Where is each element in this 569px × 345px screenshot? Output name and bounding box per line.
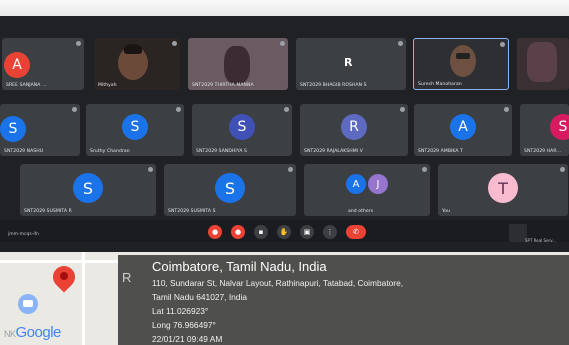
participant-avatar: S bbox=[122, 114, 148, 140]
glasses-shape bbox=[456, 53, 470, 59]
participant-tile[interactable]: S Sruthy Chandran bbox=[86, 104, 184, 156]
mic-muted-icon bbox=[72, 107, 77, 112]
participant-avatar: S bbox=[229, 114, 255, 140]
participant-avatar: A bbox=[450, 114, 476, 140]
mic-muted-icon bbox=[560, 167, 565, 172]
participant-tile-self[interactable]: T You bbox=[438, 164, 568, 216]
mic-muted-icon bbox=[422, 167, 427, 172]
mic-muted-icon bbox=[176, 107, 181, 112]
participant-avatar: R bbox=[344, 56, 353, 69]
chat-bubble-glyph bbox=[23, 300, 33, 307]
mic-muted-icon bbox=[398, 41, 403, 46]
mic-off-button[interactable]: ● bbox=[208, 225, 222, 239]
participant-tile[interactable]: R SNT2029 BHAGIB ROSHAN S bbox=[296, 38, 406, 90]
participant-name: and others bbox=[348, 209, 374, 214]
participant-tile-others[interactable]: A J and others bbox=[304, 164, 430, 216]
hair-shape bbox=[124, 44, 142, 54]
google-logo: NKGoogle bbox=[4, 324, 61, 341]
participant-tile[interactable] bbox=[517, 38, 569, 90]
participant-name: SNT2029 HAR... bbox=[524, 149, 561, 154]
latitude-label: Lat 11.026923° bbox=[152, 306, 209, 316]
location-title: Coimbatore, Tamil Nadu, India bbox=[152, 259, 327, 274]
participant-tile[interactable]: A SNT2029 AMBIKA T bbox=[414, 104, 512, 156]
mic-muted-icon bbox=[288, 167, 293, 172]
participant-name: SNT2029 BHAGIB ROSHAN S bbox=[300, 83, 367, 88]
participant-avatar: S bbox=[550, 114, 569, 140]
participant-name: SNT2029 SUSMITA R bbox=[24, 209, 72, 214]
participant-name: You bbox=[442, 209, 451, 214]
participant-name: SNT2029 NASHU bbox=[4, 149, 44, 154]
participant-tile[interactable]: R SNT2029 RAJALAKSHMI V bbox=[300, 104, 408, 156]
participant-name: Suresh Manoharan bbox=[418, 82, 462, 87]
participant-tile[interactable]: S SNT2029 SUSMITA R bbox=[20, 164, 156, 216]
mic-muted-icon bbox=[284, 107, 289, 112]
end-call-button[interactable]: ✆ bbox=[346, 225, 366, 239]
participant-tile-active[interactable]: Suresh Manoharan bbox=[413, 38, 509, 90]
present-button[interactable]: ▣ bbox=[300, 225, 314, 239]
participant-name: SNT2029 SANDHIYA S bbox=[196, 149, 247, 154]
camera-off-button[interactable]: ● bbox=[231, 225, 245, 239]
participant-avatar: R bbox=[341, 114, 367, 140]
map-pin-center bbox=[60, 272, 68, 280]
meeting-code: jmm-mcqs-ifn bbox=[8, 232, 40, 237]
participant-video bbox=[224, 46, 250, 84]
more-options-button[interactable]: ⋮ bbox=[323, 225, 337, 239]
mic-muted-icon bbox=[280, 41, 285, 46]
longitude-label: Long 76.966497° bbox=[152, 320, 216, 330]
participant-name: Mithyah bbox=[98, 83, 117, 88]
participant-video bbox=[527, 42, 557, 82]
participant-avatar: A bbox=[4, 52, 30, 78]
address-line-2: Tamil Nadu 641027, India bbox=[152, 292, 247, 302]
participant-tile[interactable]: S SNT2029 SANDHIYA S bbox=[192, 104, 292, 156]
participant-avatar: S bbox=[215, 173, 245, 203]
raise-hand-button[interactable]: ✋ bbox=[277, 225, 291, 239]
captions-button[interactable]: ▪ bbox=[254, 225, 268, 239]
photo-frame: A SREE SANJANA ... Mithyah SNT2029 THIRT… bbox=[0, 0, 569, 345]
participant-name: SNT2029 RAJALAKSHMI V bbox=[304, 149, 363, 154]
participant-name: SNT2029 AMBIKA T bbox=[418, 149, 463, 154]
mic-muted-icon bbox=[500, 42, 505, 47]
participant-avatar: T bbox=[488, 173, 518, 203]
address-line-1: 110, Sundarar St, Nalvar Layout, Rathina… bbox=[152, 278, 404, 288]
participant-avatar: A bbox=[346, 174, 366, 194]
participant-tile[interactable]: Mithyah bbox=[94, 38, 180, 90]
participant-name: SNT2029 THIRTHA MANNA bbox=[192, 83, 254, 88]
participant-tile[interactable]: S SNT2029 SUSMITA S bbox=[164, 164, 296, 216]
panel-label: SPT Real Serv... bbox=[525, 238, 557, 243]
participant-tile[interactable]: A SREE SANJANA ... bbox=[2, 38, 84, 90]
mic-muted-icon bbox=[172, 41, 177, 46]
participant-avatar-secondary: J bbox=[368, 174, 388, 194]
map-road bbox=[82, 252, 85, 345]
participant-tile[interactable]: SNT2029 THIRTHA MANNA bbox=[188, 38, 288, 90]
map-road bbox=[0, 260, 118, 263]
participant-video bbox=[450, 45, 476, 77]
mic-muted-icon bbox=[504, 107, 509, 112]
participant-name: SNT2029 SUSMITA S bbox=[168, 209, 216, 214]
mic-muted-icon bbox=[148, 167, 153, 172]
mic-muted-icon bbox=[76, 41, 81, 46]
timestamp-label: 22/01/21 09:49 AM bbox=[152, 334, 223, 344]
participant-avatar: S bbox=[73, 173, 103, 203]
monitor-bezel bbox=[0, 0, 569, 16]
overlay-letter: R bbox=[122, 270, 132, 285]
participant-avatar: S bbox=[0, 116, 26, 142]
participant-tile[interactable]: S SNT2029 NASHU bbox=[0, 104, 80, 156]
mic-muted-icon bbox=[400, 107, 405, 112]
participant-tile[interactable]: S SNT2029 HAR... bbox=[520, 104, 569, 156]
participant-name: Sruthy Chandran bbox=[90, 149, 130, 154]
participant-name: SREE SANJANA ... bbox=[6, 83, 47, 88]
